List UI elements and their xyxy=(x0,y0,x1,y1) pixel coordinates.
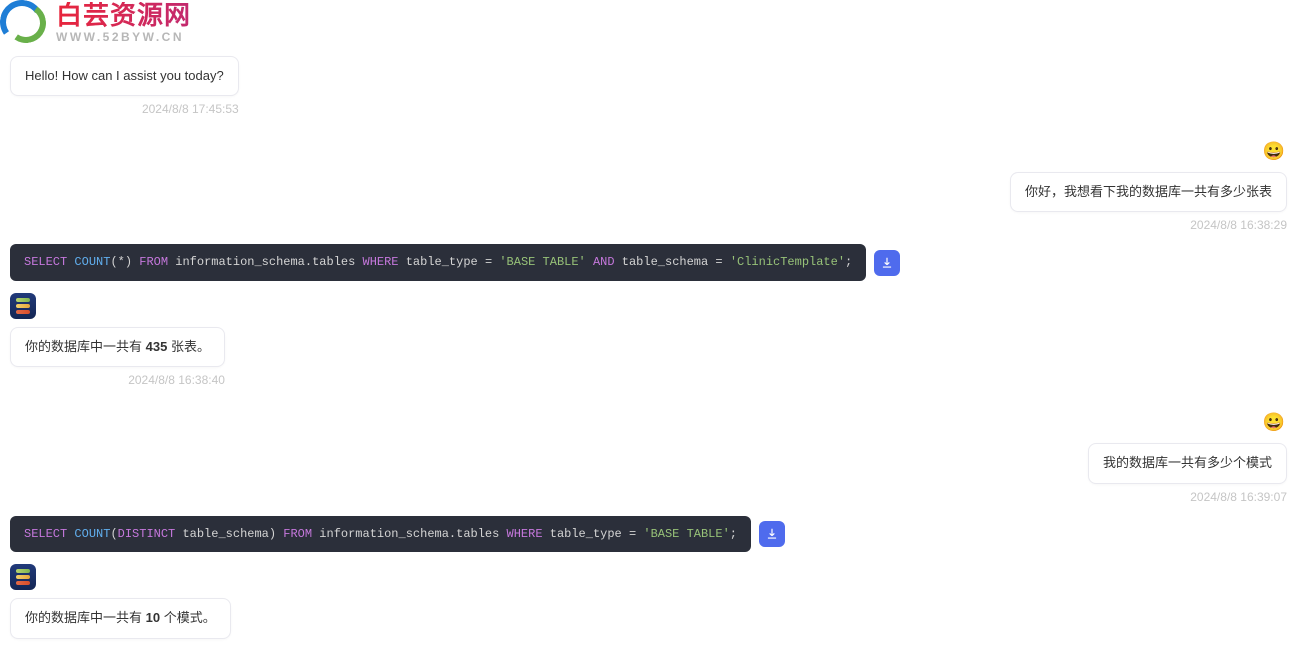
answer-value: 10 xyxy=(146,610,160,625)
db-layer-icon xyxy=(16,575,30,579)
user-avatar-row: 😀 xyxy=(10,138,1287,164)
chat-thread: Hello! How can I assist you today? 2024/… xyxy=(0,0,1297,655)
user-message-row: 我的数据库一共有多少个模式 2024/8/8 16:39:07 xyxy=(10,443,1287,503)
user-bubble: 我的数据库一共有多少个模式 xyxy=(1088,443,1287,483)
assistant-bubble: 你的数据库中一共有 10 个模式。 xyxy=(10,598,231,638)
assistant-avatar-row xyxy=(10,564,1287,590)
user-avatar-row: 😀 xyxy=(10,409,1287,435)
db-layer-icon xyxy=(16,298,30,302)
db-layer-icon xyxy=(16,310,30,314)
user-avatar: 😀 xyxy=(1261,409,1287,435)
database-avatar xyxy=(10,564,36,590)
assistant-text: Hello! How can I assist you today? xyxy=(25,68,224,83)
sql-code-block[interactable]: SELECT COUNT(DISTINCT table_schema) FROM… xyxy=(10,516,751,553)
answer-suffix: 张表。 xyxy=(167,339,210,354)
user-bubble: 你好，我想看下我的数据库一共有多少张表 xyxy=(1010,172,1287,212)
smiley-icon: 😀 xyxy=(1263,141,1285,162)
sql-code-block[interactable]: SELECT COUNT(*) FROM information_schema.… xyxy=(10,244,866,281)
message-timestamp: 2024/8/8 16:38:29 xyxy=(1190,218,1287,232)
assistant-message-row: 你的数据库中一共有 10 个模式。 xyxy=(10,598,1287,638)
download-icon xyxy=(880,256,894,270)
download-icon xyxy=(765,527,779,541)
message-timestamp: 2024/8/8 16:38:40 xyxy=(128,373,225,387)
db-layer-icon xyxy=(16,304,30,308)
answer-prefix: 你的数据库中一共有 xyxy=(25,339,146,354)
assistant-avatar-row xyxy=(10,293,1287,319)
answer-prefix: 你的数据库中一共有 xyxy=(25,610,146,625)
assistant-message-row: 你的数据库中一共有 435 张表。 2024/8/8 16:38:40 xyxy=(10,327,1287,387)
message-timestamp: 2024/8/8 17:45:53 xyxy=(142,102,239,116)
download-button[interactable] xyxy=(759,521,785,547)
code-block-row: SELECT COUNT(*) FROM information_schema.… xyxy=(10,244,1287,281)
user-text: 我的数据库一共有多少个模式 xyxy=(1103,455,1272,470)
user-message-row: 你好，我想看下我的数据库一共有多少张表 2024/8/8 16:38:29 xyxy=(10,172,1287,232)
answer-value: 435 xyxy=(146,339,168,354)
message-timestamp: 2024/8/8 16:39:07 xyxy=(1190,490,1287,504)
assistant-message-row: Hello! How can I assist you today? 2024/… xyxy=(10,56,1287,116)
assistant-bubble: Hello! How can I assist you today? xyxy=(10,56,239,96)
code-block-row: SELECT COUNT(DISTINCT table_schema) FROM… xyxy=(10,516,1287,553)
answer-suffix: 个模式。 xyxy=(160,610,216,625)
assistant-bubble: 你的数据库中一共有 435 张表。 xyxy=(10,327,225,367)
user-avatar: 😀 xyxy=(1261,138,1287,164)
database-avatar xyxy=(10,293,36,319)
db-layer-icon xyxy=(16,581,30,585)
user-text: 你好，我想看下我的数据库一共有多少张表 xyxy=(1025,184,1272,199)
db-layer-icon xyxy=(16,569,30,573)
smiley-icon: 😀 xyxy=(1263,412,1285,433)
download-button[interactable] xyxy=(874,250,900,276)
